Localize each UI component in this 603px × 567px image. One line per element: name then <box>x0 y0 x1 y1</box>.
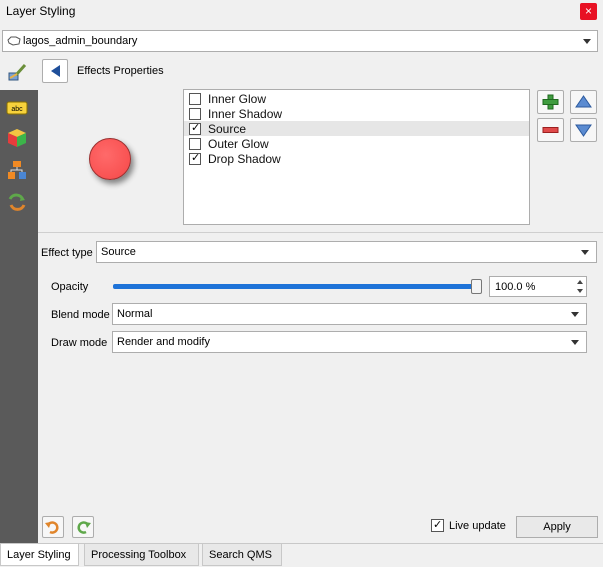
divider <box>38 232 603 233</box>
dock-tabs: Layer Styling Processing Toolbox Search … <box>0 543 603 567</box>
move-up-button[interactable] <box>570 90 597 114</box>
remove-effect-button[interactable] <box>537 118 564 142</box>
live-update-label: Live update <box>449 520 506 532</box>
effect-list: Inner Glow Inner Shadow ✓ Source Outer G… <box>183 89 530 225</box>
move-down-button[interactable] <box>570 118 597 142</box>
live-update-checkbox[interactable]: ✓ <box>431 519 444 532</box>
style-panel-sidebar: abc <box>0 55 38 543</box>
list-item[interactable]: Inner Glow <box>184 91 529 106</box>
blend-mode-value: Normal <box>117 308 153 320</box>
effect-preview <box>89 138 131 180</box>
redo-icon <box>77 521 91 534</box>
opacity-slider-handle[interactable] <box>471 279 482 294</box>
list-item[interactable]: ✓ Drop Shadow <box>184 151 529 166</box>
window-title: Layer Styling <box>6 4 76 18</box>
list-item[interactable]: Inner Shadow <box>184 106 529 121</box>
effect-checkbox[interactable] <box>189 108 201 120</box>
checkmark-icon: ✓ <box>191 122 201 134</box>
effect-checkbox[interactable]: ✓ <box>189 122 201 135</box>
chevron-down-icon <box>583 39 591 44</box>
checkmark-icon: ✓ <box>191 152 201 164</box>
blend-mode-select[interactable]: Normal <box>112 303 587 325</box>
redo-button[interactable] <box>72 516 94 538</box>
checkmark-icon: ✓ <box>433 519 443 531</box>
opacity-spinbox[interactable]: 100.0 % <box>489 276 587 297</box>
tab-search-qms[interactable]: Search QMS <box>202 544 282 566</box>
effect-checkbox[interactable] <box>189 93 201 105</box>
chevron-down-icon <box>571 340 579 345</box>
sidebar-item-symbology[interactable] <box>0 55 38 90</box>
polygon-layer-icon <box>7 36 21 46</box>
chevron-up-icon[interactable] <box>577 280 583 284</box>
effect-checkbox[interactable] <box>189 138 201 150</box>
paintbrush-icon <box>8 63 27 81</box>
draw-mode-select[interactable]: Render and modify <box>112 331 587 353</box>
effect-label: Source <box>208 122 247 136</box>
arrow-left-icon <box>51 65 60 77</box>
effect-label: Inner Glow <box>208 92 267 106</box>
3d-cube-icon[interactable] <box>6 127 28 149</box>
list-item[interactable]: Outer Glow <box>184 136 529 151</box>
arrow-up-icon <box>575 95 592 108</box>
minus-icon <box>542 127 559 133</box>
effect-label: Inner Shadow <box>208 107 283 121</box>
effect-type-select[interactable]: Source <box>96 241 597 263</box>
chevron-down-icon <box>571 312 579 317</box>
chevron-down-icon <box>581 250 589 255</box>
diagram-icon[interactable] <box>6 159 28 181</box>
title-bar: Layer Styling × <box>0 0 603 24</box>
layer-selector[interactable]: lagos_admin_boundary <box>2 30 598 52</box>
effect-type-value: Source <box>101 246 136 258</box>
undo-button[interactable] <box>42 516 64 538</box>
plus-icon <box>542 94 559 110</box>
list-item[interactable]: ✓ Source <box>184 121 529 136</box>
close-button[interactable]: × <box>580 3 597 20</box>
draw-mode-value: Render and modify <box>117 336 210 348</box>
back-button[interactable] <box>42 59 68 83</box>
effect-checkbox[interactable]: ✓ <box>189 152 201 165</box>
effect-label: Drop Shadow <box>208 152 281 166</box>
history-icon[interactable] <box>6 191 28 213</box>
effects-properties-title: Effects Properties <box>77 65 164 77</box>
add-effect-button[interactable] <box>537 90 564 114</box>
tab-layer-styling[interactable]: Layer Styling <box>0 544 79 566</box>
draw-mode-label: Draw mode <box>51 337 108 349</box>
opacity-value: 100.0 % <box>495 281 536 293</box>
layer-selector-value: lagos_admin_boundary <box>23 35 138 47</box>
blend-mode-label: Blend mode <box>51 309 110 321</box>
opacity-label: Opacity <box>51 281 89 293</box>
apply-button[interactable]: Apply <box>516 516 598 538</box>
chevron-down-icon[interactable] <box>577 289 583 293</box>
effect-type-label: Effect type <box>41 247 93 259</box>
undo-icon <box>45 521 59 534</box>
svg-text:abc: abc <box>11 106 23 113</box>
label-abc-icon[interactable]: abc <box>6 97 28 119</box>
opacity-slider[interactable] <box>113 284 481 289</box>
tab-processing-toolbox[interactable]: Processing Toolbox <box>84 544 199 566</box>
effect-label: Outer Glow <box>208 137 269 151</box>
arrow-down-icon <box>575 124 592 137</box>
